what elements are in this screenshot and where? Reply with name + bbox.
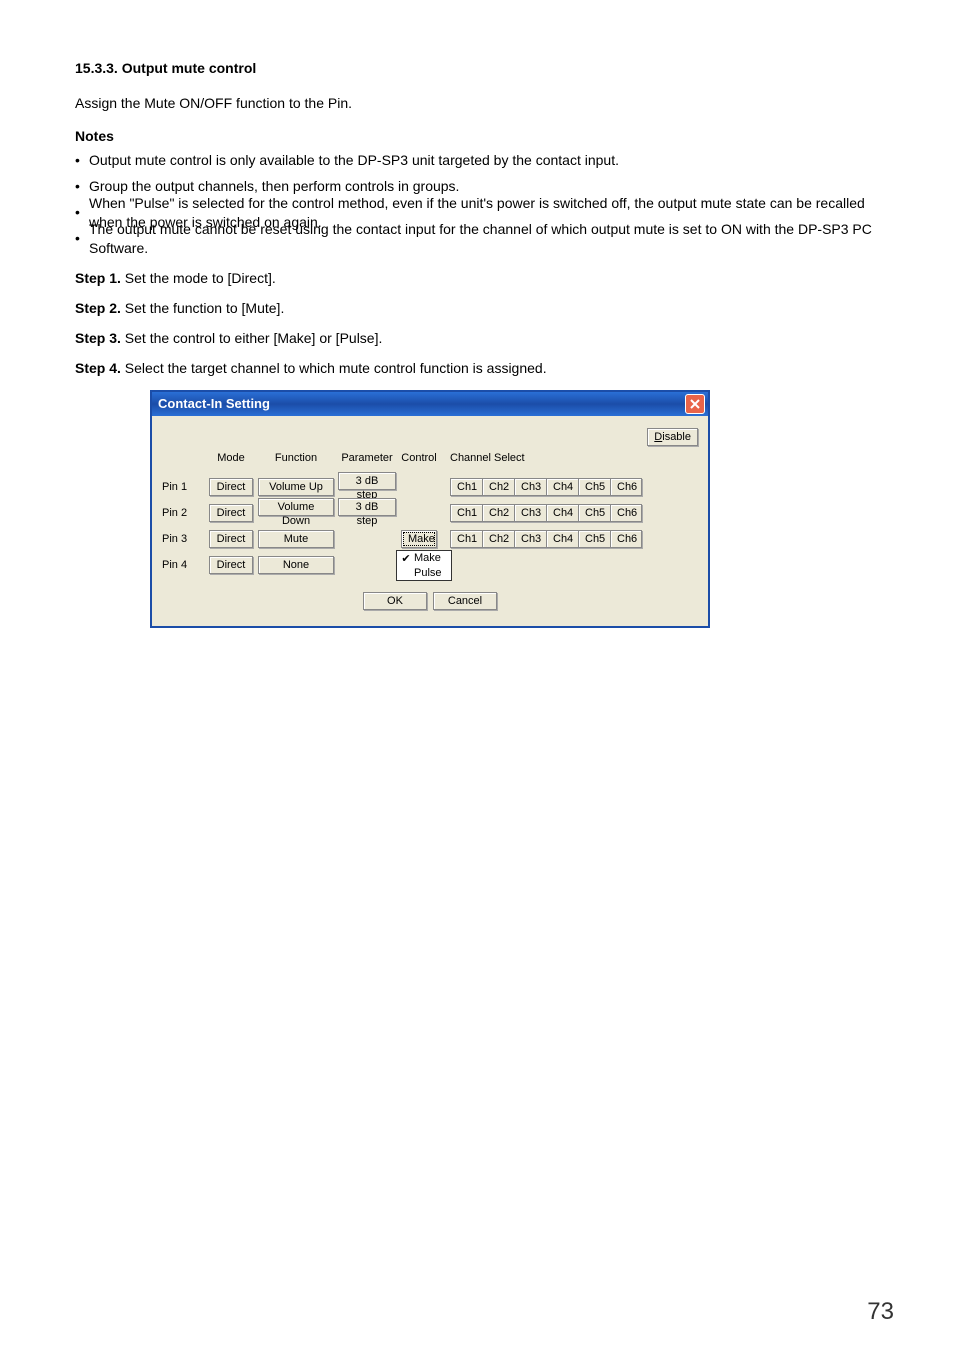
intro-text: Assign the Mute ON/OFF function to the P… [75, 94, 879, 114]
function-button[interactable]: None [258, 556, 334, 574]
step-item: Step 3. Set the control to either [Make]… [75, 330, 879, 346]
channel-button-ch2[interactable]: Ch2 [482, 478, 514, 496]
step-text: Select the target channel to which mute … [125, 360, 547, 376]
channel-button-ch5[interactable]: Ch5 [578, 478, 610, 496]
step-text: Set the mode to [Direct]. [125, 270, 276, 286]
dropdown-option-pulse[interactable]: Pulse [397, 566, 451, 580]
column-headers: Mode Function Parameter Control Channel … [162, 452, 698, 464]
ok-button[interactable]: OK [363, 592, 427, 610]
control-button[interactable]: Make [401, 530, 437, 548]
dialog-title: Contact-In Setting [158, 396, 270, 411]
channel-button-ch1[interactable]: Ch1 [450, 530, 482, 548]
pin-row: Pin 1 Direct Volume Up 3 dB step Ch1 Ch2… [162, 474, 698, 500]
function-button[interactable]: Volume Down [258, 498, 334, 516]
channel-button-ch1[interactable]: Ch1 [450, 504, 482, 522]
step-item: Step 4. Select the target channel to whi… [75, 360, 879, 376]
page-number: 73 [867, 1298, 894, 1326]
channel-button-ch6[interactable]: Ch6 [610, 530, 642, 548]
dropdown-option-make[interactable]: ✔Make [397, 551, 451, 566]
bullet-icon: • [75, 177, 89, 196]
dialog-titlebar[interactable]: Contact-In Setting [152, 392, 708, 416]
channel-button-ch2[interactable]: Ch2 [482, 504, 514, 522]
pin-label: Pin 2 [162, 507, 206, 519]
mode-button[interactable]: Direct [209, 530, 253, 548]
section-title: Output mute control [122, 60, 257, 76]
step-label: Step 2. [75, 300, 121, 316]
close-button[interactable] [685, 394, 705, 414]
section-heading: 15.3.3. Output mute control [75, 60, 879, 76]
step-label: Step 4. [75, 360, 121, 376]
step-label: Step 3. [75, 330, 121, 346]
mode-button[interactable]: Direct [209, 556, 253, 574]
channel-button-ch2[interactable]: Ch2 [482, 530, 514, 548]
notes-label: Notes [75, 128, 879, 144]
step-item: Step 2. Set the function to [Mute]. [75, 300, 879, 316]
contact-in-setting-dialog: Contact-In Setting Disable Mode Function… [150, 390, 710, 628]
step-text: Set the control to either [Make] or [Pul… [125, 330, 383, 346]
step-label: Step 1. [75, 270, 121, 286]
note-item: The output mute cannot be reset using th… [89, 220, 879, 258]
control-dropdown[interactable]: ✔Make Pulse [396, 550, 452, 581]
option-label: Pulse [414, 567, 442, 579]
channel-button-ch4[interactable]: Ch4 [546, 530, 578, 548]
pin-label: Pin 1 [162, 481, 206, 493]
parameter-button[interactable]: 3 dB step [338, 498, 396, 516]
option-label: Make [414, 552, 441, 564]
channel-button-ch3[interactable]: Ch3 [514, 478, 546, 496]
bullet-icon: • [75, 151, 89, 170]
close-icon [690, 399, 700, 409]
channel-button-ch1[interactable]: Ch1 [450, 478, 482, 496]
channel-button-ch5[interactable]: Ch5 [578, 530, 610, 548]
section-number: 15.3.3. [75, 60, 118, 76]
bullet-icon: • [75, 203, 89, 222]
pin-row: Pin 2 Direct Volume Down 3 dB step Ch1 C… [162, 500, 698, 526]
header-function: Function [256, 452, 336, 464]
pin-label: Pin 3 [162, 533, 206, 545]
cancel-button[interactable]: Cancel [433, 592, 497, 610]
header-control: Control [398, 452, 440, 464]
channel-button-ch6[interactable]: Ch6 [610, 504, 642, 522]
header-mode: Mode [206, 452, 256, 464]
channel-button-ch3[interactable]: Ch3 [514, 530, 546, 548]
pin-label: Pin 4 [162, 559, 206, 571]
check-icon: ✔ [401, 552, 411, 565]
channel-button-ch6[interactable]: Ch6 [610, 478, 642, 496]
channel-button-ch4[interactable]: Ch4 [546, 478, 578, 496]
step-text: Set the function to [Mute]. [125, 300, 285, 316]
notes-list: •Output mute control is only available t… [75, 148, 879, 252]
step-item: Step 1. Set the mode to [Direct]. [75, 270, 879, 286]
channel-button-ch3[interactable]: Ch3 [514, 504, 546, 522]
disable-rest: isable [662, 431, 691, 443]
pin-row: Pin 3 Direct Mute Make ✔Make Pulse Ch1 C… [162, 526, 698, 552]
function-button[interactable]: Mute [258, 530, 334, 548]
header-channel-select: Channel Select [440, 452, 698, 464]
header-parameter: Parameter [336, 452, 398, 464]
parameter-button[interactable]: 3 dB step [338, 472, 396, 490]
function-button[interactable]: Volume Up [258, 478, 334, 496]
channel-button-ch5[interactable]: Ch5 [578, 504, 610, 522]
bullet-icon: • [75, 229, 89, 248]
mode-button[interactable]: Direct [209, 478, 253, 496]
channel-button-ch4[interactable]: Ch4 [546, 504, 578, 522]
note-item: Output mute control is only available to… [89, 151, 879, 170]
mode-button[interactable]: Direct [209, 504, 253, 522]
disable-button[interactable]: Disable [647, 428, 698, 446]
